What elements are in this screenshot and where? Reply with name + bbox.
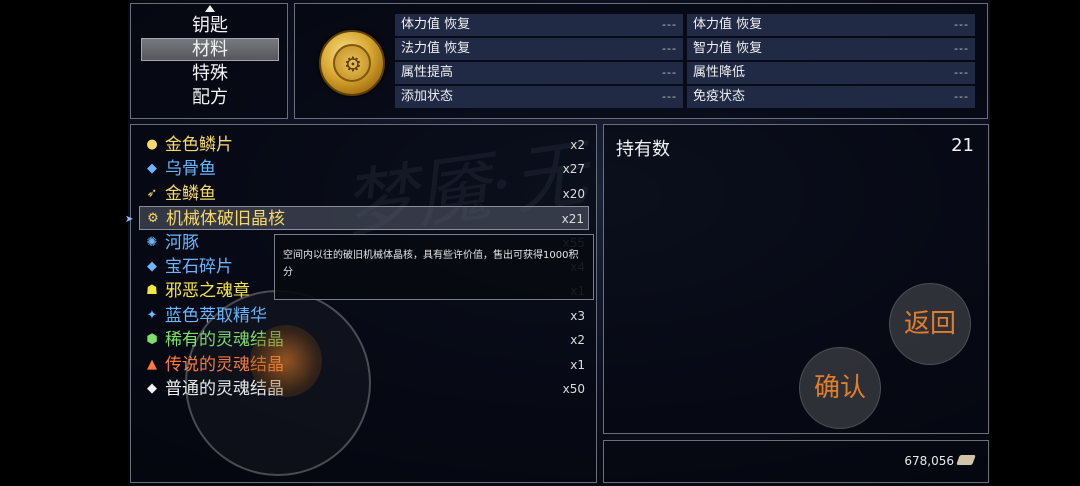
item-count: x2	[570, 333, 585, 348]
stat-label: 法力值 恢复	[401, 41, 471, 56]
scroll-up-arrow-icon[interactable]	[205, 5, 215, 12]
category-materials[interactable]: 材料	[141, 38, 279, 61]
item-count: x20	[562, 186, 585, 201]
item-count: x50	[562, 382, 585, 396]
stat-label: 体力值 恢复	[693, 17, 763, 32]
gold-fish-icon: ➶	[146, 185, 158, 201]
item-row[interactable]: ● 金色鳞片 x2	[139, 133, 589, 157]
stat-value: ---	[662, 42, 677, 55]
holding-label: 持有数	[616, 139, 670, 160]
right-letterbox	[990, 0, 1080, 486]
item-row[interactable]: ◆ 乌骨鱼 x27	[139, 157, 589, 181]
selection-cursor-icon: ➤	[125, 214, 134, 225]
item-detail-panel: ⚙ 体力值 恢复 --- 法力值 恢复 --- 属性提高 --- 添加状态 --…	[294, 3, 988, 119]
stat-label: 智力值 恢复	[693, 41, 763, 56]
item-row[interactable]: ⚙ 机械体破旧晶核 x21	[139, 206, 589, 231]
blue-essence-icon: ✦	[146, 307, 158, 323]
orange-crystal-icon: ▲	[147, 356, 157, 372]
gear-core-icon: ⚙	[147, 211, 159, 227]
stat-row: 体力值 恢复 ---	[687, 14, 975, 36]
stat-label: 免疫状态	[693, 89, 746, 104]
stat-value: ---	[954, 18, 969, 31]
stat-row: 免疫状态 ---	[687, 86, 975, 108]
holding-panel: 持有数 21	[603, 124, 989, 434]
item-name: 金鳞鱼	[165, 183, 216, 204]
stat-row: 法力值 恢复 ---	[395, 38, 683, 60]
fish-icon: ◆	[147, 161, 157, 177]
stat-value: ---	[954, 90, 969, 103]
gold-scale-icon: ●	[146, 137, 158, 152]
category-panel: 钥匙 材料 特殊 配方	[130, 3, 288, 119]
item-name: 金色鳞片	[165, 135, 233, 155]
money-amount: 678,056	[904, 454, 954, 468]
stat-row: 体力值 恢复 ---	[395, 14, 683, 36]
gear-glyph-icon: ⚙	[344, 52, 362, 76]
return-button[interactable]: 返回	[889, 283, 971, 365]
money-icon	[956, 455, 976, 465]
item-name: 机械体破旧晶核	[166, 209, 285, 230]
stat-label: 添加状态	[401, 89, 454, 104]
holding-count: 21	[951, 135, 974, 156]
item-name: 宝石碎片	[165, 257, 233, 277]
stat-row: 属性降低 ---	[687, 62, 975, 84]
money-panel: 678,056	[603, 440, 989, 483]
stat-value: ---	[954, 42, 969, 55]
stat-label: 属性提高	[401, 65, 454, 80]
stat-row: 添加状态 ---	[395, 86, 683, 108]
stat-value: ---	[662, 18, 677, 31]
stat-row: 属性提高 ---	[395, 62, 683, 84]
stat-value: ---	[662, 90, 677, 103]
item-row[interactable]: ➶ 金鳞鱼 x20	[139, 182, 589, 206]
item-name: 乌骨鱼	[165, 159, 216, 180]
gold-gear-coin-icon: ⚙	[319, 30, 385, 96]
pufferfish-icon: ✺	[146, 234, 158, 250]
category-keys[interactable]: 钥匙	[141, 14, 279, 37]
item-count: x2	[570, 138, 585, 152]
item-count: x1	[570, 357, 585, 372]
stat-label: 属性降低	[693, 65, 746, 80]
coin-inner-ring: ⚙	[333, 44, 371, 82]
item-count: x21	[561, 212, 584, 227]
stat-label: 体力值 恢复	[401, 17, 471, 32]
evil-emblem-icon: ☗	[146, 283, 158, 299]
gem-icon: ◆	[147, 259, 157, 274]
item-count: x3	[570, 308, 585, 323]
confirm-button[interactable]: 确认	[799, 347, 881, 429]
stat-value: ---	[662, 66, 677, 79]
white-crystal-icon: ◆	[147, 381, 157, 396]
left-letterbox	[0, 0, 128, 486]
item-count: x27	[562, 162, 585, 177]
category-recipes[interactable]: 配方	[141, 86, 279, 109]
item-name: 河豚	[165, 232, 199, 253]
green-crystal-icon: ⬢	[146, 332, 158, 348]
stat-row: 智力值 恢复 ---	[687, 38, 975, 60]
joystick-knob[interactable]	[250, 325, 322, 397]
stat-value: ---	[954, 66, 969, 79]
item-description-tooltip: 空间内以往的破旧机械体晶核，具有些许价值，售出可获得1000积分	[274, 234, 594, 300]
category-special[interactable]: 特殊	[141, 62, 279, 85]
